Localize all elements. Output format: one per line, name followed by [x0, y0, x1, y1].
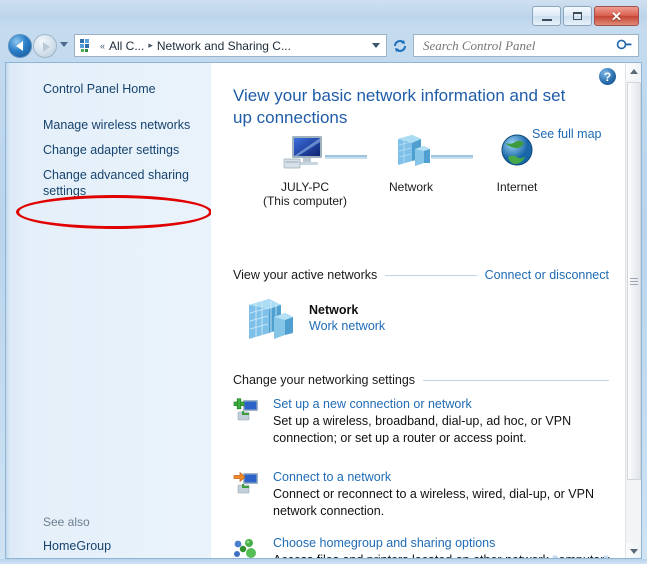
breadcrumb-item-all-control-panel[interactable]: All C... [108, 39, 145, 53]
control-panel-icon [79, 38, 94, 53]
address-bar[interactable]: « All C... ▸ Network and Sharing C... [74, 34, 387, 57]
content-pane: ? View your basic network information an… [211, 63, 625, 558]
title-bar: ✕ [0, 0, 647, 30]
map-node-computer[interactable]: JULY-PC (This computer) [260, 133, 350, 208]
window-controls: ✕ [532, 6, 639, 26]
minimize-button[interactable] [532, 6, 561, 26]
networking-settings-heading-text: Change your networking settings [233, 373, 416, 387]
breadcrumb-item-network-sharing[interactable]: Network and Sharing C... [156, 39, 292, 53]
scrollbar-grip-icon [630, 277, 638, 285]
networking-settings-header: Change your networking settings [233, 373, 609, 387]
map-node-network[interactable]: Network [366, 133, 456, 194]
connect-or-disconnect-link[interactable]: Connect or disconnect [485, 268, 609, 282]
maximize-button[interactable] [563, 6, 592, 26]
window-bottom-frame [0, 559, 647, 564]
map-node-internet[interactable]: Internet [472, 133, 562, 194]
task-description: Set up a wireless, broadband, dial-up, a… [273, 414, 572, 445]
header-rule [385, 274, 477, 276]
sidebar-item-control-panel-home[interactable]: Control Panel Home [43, 81, 203, 97]
task-title[interactable]: Choose homegroup and sharing options [273, 536, 613, 550]
vertical-scrollbar[interactable] [625, 63, 641, 558]
page-title: View your basic network information and … [233, 86, 566, 127]
scroll-down-button[interactable] [626, 543, 641, 558]
map-node-internet-name: Internet [496, 180, 538, 194]
close-icon: ✕ [611, 8, 622, 24]
recent-pages-chevron-icon[interactable] [60, 42, 68, 47]
task-set-up-new-connection[interactable]: Set up a new connection or network Set u… [233, 397, 613, 447]
navigation-sidebar: Control Panel Home Manage wireless netwo… [6, 63, 212, 558]
task-connect-to-network[interactable]: Connect to a network Connect or reconnec… [233, 470, 613, 520]
sidebar-edge-accent [6, 63, 11, 558]
task-title[interactable]: Set up a new connection or network [273, 397, 613, 411]
active-network-type-link[interactable]: Work network [309, 319, 385, 333]
close-button[interactable]: ✕ [594, 6, 639, 26]
network-map: JULY-PC (This computer) Network Internet [233, 133, 613, 208]
maximize-icon [573, 12, 582, 20]
refresh-icon [394, 39, 406, 52]
red-annotation-ellipse [16, 195, 212, 229]
chevron-up-icon [630, 69, 638, 74]
sidebar-item-manage-wireless-networks[interactable]: Manage wireless networks [43, 117, 203, 133]
task-choose-homegroup[interactable]: Choose homegroup and sharing options Acc… [233, 536, 614, 558]
scrollbar-thumb[interactable] [627, 82, 641, 480]
header-rule [423, 379, 609, 381]
task-description: Access files and printers located on oth… [273, 552, 623, 558]
see-also-label: See also [43, 515, 90, 529]
refresh-button[interactable] [390, 36, 410, 55]
minimize-icon [541, 16, 552, 21]
chevron-down-icon [630, 549, 638, 554]
search-icon [613, 35, 635, 57]
map-node-computer-sub: (This computer) [262, 194, 348, 208]
breadcrumb-overflow[interactable]: « [97, 41, 108, 51]
help-icon[interactable]: ? [599, 68, 616, 85]
client-area: Control Panel Home Manage wireless netwo… [5, 62, 642, 559]
search-box[interactable] [413, 34, 639, 57]
active-networks-header: View your active networks Connect or dis… [233, 268, 609, 282]
address-chevron-down-icon[interactable] [372, 43, 380, 48]
new-connection-icon [233, 398, 261, 422]
back-button[interactable] [8, 34, 32, 58]
task-description: Connect or reconnect to a wireless, wire… [273, 487, 594, 518]
sidebar-item-homegroup[interactable]: HomeGroup [43, 538, 203, 554]
active-network-name: Network [309, 303, 359, 317]
active-networks-heading-text: View your active networks [233, 268, 378, 282]
active-network-icon-wrap [245, 297, 297, 350]
navigation-bar: « All C... ▸ Network and Sharing C... [0, 30, 647, 62]
homegroup-icon [233, 537, 261, 558]
connect-network-icon [233, 471, 261, 495]
network-server-icon [249, 299, 293, 339]
scroll-up-button[interactable] [626, 63, 641, 80]
map-node-network-name: Network [388, 180, 433, 194]
breadcrumb-separator-icon: ▸ [148, 40, 153, 50]
search-input[interactable] [421, 36, 610, 55]
network-server-icon [398, 135, 430, 166]
sidebar-item-change-adapter-settings[interactable]: Change adapter settings [43, 142, 203, 158]
map-link-computer-network [325, 155, 367, 159]
computer-icon [283, 136, 322, 169]
map-node-computer-name: JULY-PC [280, 180, 330, 194]
see-full-map-link[interactable]: See full map [532, 127, 601, 141]
sidebar-item-change-advanced-sharing-settings[interactable]: Change advanced sharing settings [43, 167, 203, 199]
forward-arrow-icon [43, 42, 50, 52]
forward-button[interactable] [33, 34, 57, 58]
map-link-network-internet [431, 155, 473, 159]
explorer-window: ✕ « All C... ▸ Network and Sharing C... … [0, 0, 647, 564]
task-title[interactable]: Connect to a network [273, 470, 613, 484]
